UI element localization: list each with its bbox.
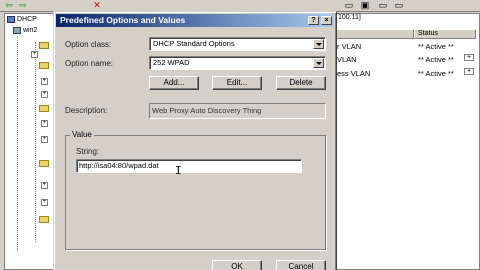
server-icon: [13, 26, 21, 34]
tree-label: win2: [22, 27, 38, 34]
text-cursor-icon: I: [175, 164, 182, 177]
predefined-options-dialog: Predefined Options and Values ? × Option…: [53, 11, 337, 270]
expand-icon[interactable]: +: [41, 199, 48, 206]
string-value-input[interactable]: http://isa04:80/wpad.dat: [76, 159, 302, 173]
chevron-down-icon[interactable]: [313, 58, 324, 68]
tree-label: DHCP: [16, 16, 37, 23]
value-group-title: Value: [70, 130, 94, 140]
help-button[interactable]: ?: [308, 16, 319, 25]
option-name-label: Option name:: [65, 59, 114, 68]
option-class-label: Option class:: [65, 40, 112, 49]
option-name-dropdown[interactable]: 252 WPAD: [149, 56, 326, 70]
list-item-status: ** Active **: [418, 42, 454, 51]
folder-icon[interactable]: [39, 62, 49, 69]
expand-icon[interactable]: +: [31, 51, 38, 58]
list-item-name[interactable]: ess VLAN: [337, 69, 370, 78]
option-class-dropdown[interactable]: DHCP Standard Options: [149, 37, 326, 51]
expand-icon[interactable]: +: [41, 91, 48, 98]
description-label: Description:: [65, 106, 108, 115]
ok-button[interactable]: OK: [212, 260, 262, 270]
scope-title-fragment: 100.11]: [338, 14, 361, 21]
tree-item-server[interactable]: win2: [13, 26, 37, 35]
tree-connector: [35, 42, 36, 242]
cancel-button[interactable]: Cancel: [276, 260, 326, 270]
dialog-titlebar[interactable]: Predefined Options and Values ? ×: [56, 14, 334, 27]
expand-icon[interactable]: +: [41, 120, 48, 127]
monitor-icon[interactable]: ▭: [394, 1, 404, 10]
back-arrow-icon[interactable]: ⇦: [4, 1, 14, 10]
expand-icon[interactable]: +: [41, 182, 48, 189]
console-tree[interactable]: DHCP win2 + + + + + + +: [4, 13, 54, 270]
expand-icon[interactable]: +: [41, 78, 48, 85]
close-button[interactable]: ×: [321, 16, 332, 25]
column-header-name[interactable]: [330, 29, 414, 39]
value-groupbox: [65, 135, 326, 250]
dialog-title: Predefined Options and Values: [60, 15, 186, 25]
monitor-icon[interactable]: ▭: [378, 1, 388, 10]
tree-connector: [17, 36, 18, 251]
list-item-name[interactable]: VLAN: [337, 55, 357, 64]
description-value: Web Proxy Auto Discovery Thing: [149, 103, 326, 119]
expand-icon[interactable]: +: [464, 54, 474, 61]
tree-item-dhcp[interactable]: DHCP: [7, 15, 37, 24]
delete-button[interactable]: Delete: [276, 76, 326, 90]
expand-icon[interactable]: +: [41, 136, 48, 143]
chevron-down-icon[interactable]: [313, 39, 324, 49]
list-item-status: ** Active **: [418, 69, 454, 78]
option-class-value: DHCP Standard Options: [153, 39, 235, 48]
dhcp-icon: [7, 15, 15, 23]
folder-icon[interactable]: [39, 42, 49, 49]
list-item-status: ** Active **: [418, 55, 454, 64]
folder-icon[interactable]: [39, 160, 49, 167]
option-name-value: 252 WPAD: [153, 58, 190, 67]
edit-button[interactable]: Edit...: [212, 76, 262, 90]
properties-icon[interactable]: ▭: [344, 1, 354, 10]
folder-icon[interactable]: [39, 105, 49, 112]
server-icon[interactable]: ▣: [360, 1, 370, 10]
add-button[interactable]: Add...: [149, 76, 199, 90]
list-item-name[interactable]: r VLAN: [337, 42, 361, 51]
forward-arrow-icon[interactable]: ⇨: [18, 1, 28, 10]
string-label: String:: [76, 147, 100, 156]
delete-x-icon[interactable]: ✕: [92, 1, 102, 10]
column-header-status[interactable]: Status: [414, 29, 476, 39]
expand-icon[interactable]: +: [464, 68, 474, 75]
folder-icon[interactable]: [39, 216, 49, 223]
details-pane[interactable]: [330, 13, 480, 270]
